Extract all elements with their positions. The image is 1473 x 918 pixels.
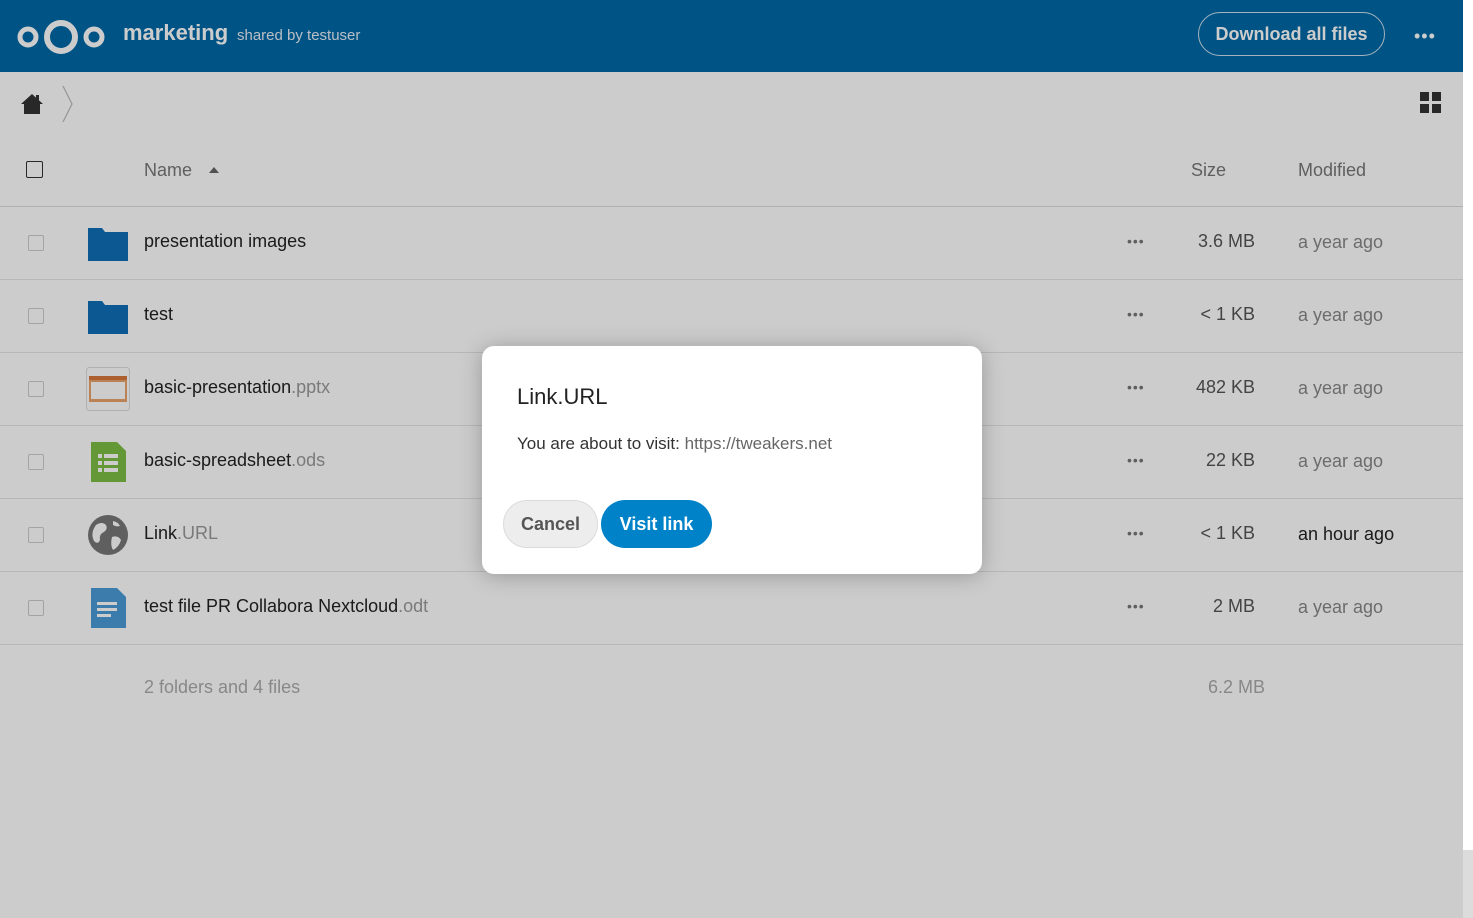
dialog-title: Link.URL <box>517 384 608 409</box>
scrollbar-track <box>1463 850 1473 918</box>
visit-link-button[interactable]: Visit link <box>601 500 712 548</box>
dialog-message: You are about to visit: https://tweakers… <box>517 434 833 453</box>
cancel-button[interactable]: Cancel <box>503 500 598 548</box>
scrollbar[interactable] <box>1463 0 1473 850</box>
dialog-url: https://tweakers.net <box>684 434 833 453</box>
link-dialog: Link.URL You are about to visit: https:/… <box>482 346 982 574</box>
